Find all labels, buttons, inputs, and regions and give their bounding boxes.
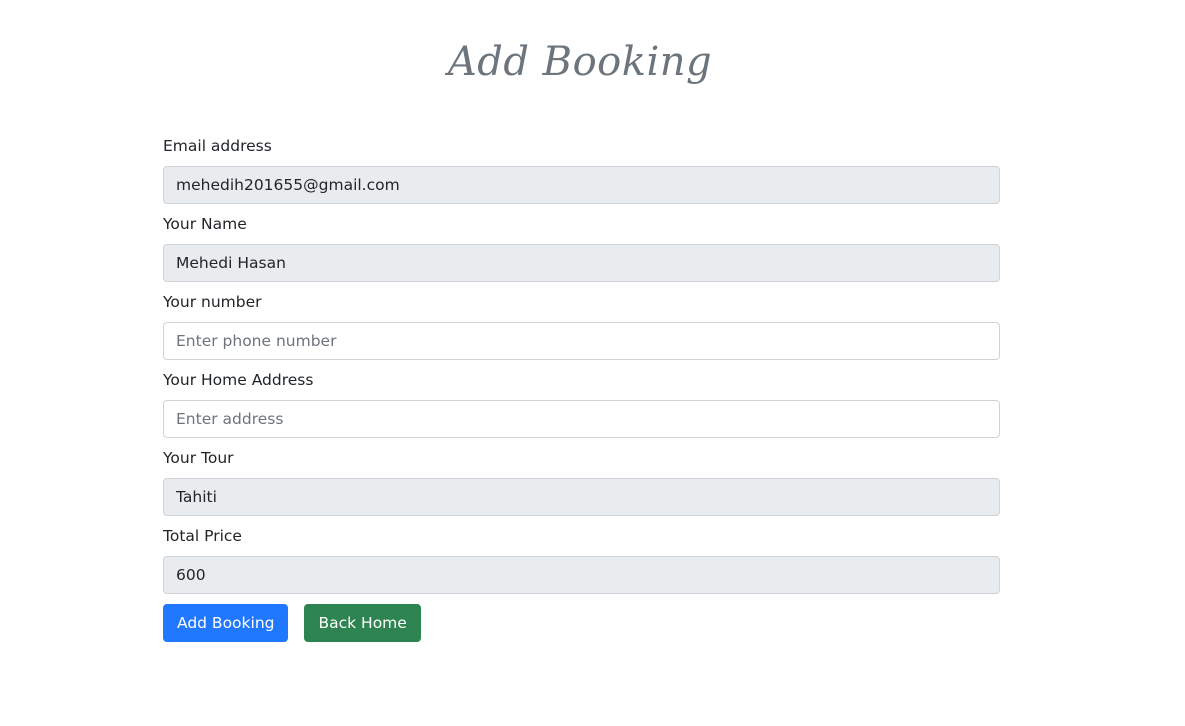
price-field[interactable] — [163, 556, 1000, 594]
name-field[interactable] — [163, 244, 1000, 282]
email-group: Email address — [163, 136, 1000, 204]
tour-field[interactable] — [163, 478, 1000, 516]
name-label: Your Name — [163, 215, 247, 233]
page-title: Add Booking — [447, 39, 713, 85]
form-actions: Add Booking Back Home — [163, 604, 1000, 642]
address-field[interactable] — [163, 400, 1000, 438]
tour-label: Your Tour — [163, 449, 234, 467]
address-group: Your Home Address — [163, 370, 1000, 438]
tour-group: Your Tour — [163, 448, 1000, 516]
email-field[interactable] — [163, 166, 1000, 204]
phone-label: Your number — [163, 293, 262, 311]
price-label: Total Price — [163, 527, 242, 545]
name-group: Your Name — [163, 214, 1000, 282]
back-home-button[interactable]: Back Home — [304, 604, 421, 642]
phone-field[interactable] — [163, 322, 1000, 360]
add-booking-button[interactable]: Add Booking — [163, 604, 289, 642]
booking-form: Email address Your Name Your number Your… — [163, 128, 1000, 642]
price-group: Total Price — [163, 526, 1000, 594]
address-label: Your Home Address — [163, 371, 314, 389]
phone-group: Your number — [163, 292, 1000, 360]
email-label: Email address — [163, 137, 272, 155]
